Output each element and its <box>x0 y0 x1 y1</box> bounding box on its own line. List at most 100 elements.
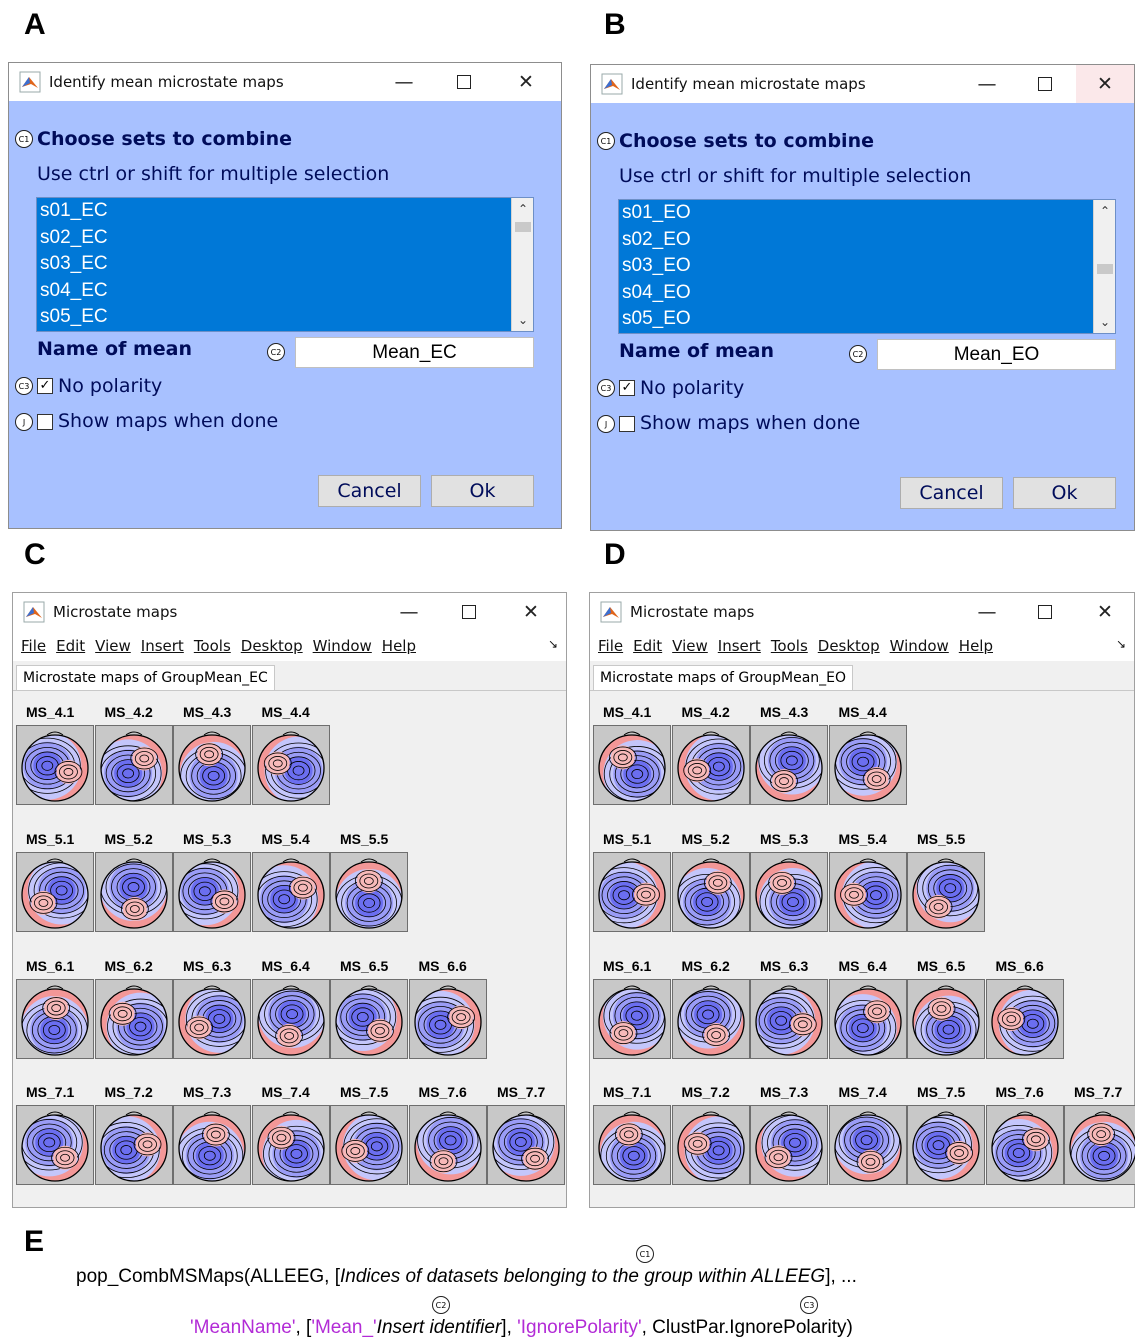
topography-map[interactable] <box>593 725 671 805</box>
topography-map[interactable] <box>985 979 1064 1059</box>
menu-desktop[interactable]: Desktop <box>818 637 880 655</box>
topography-map[interactable] <box>671 979 750 1059</box>
list-item[interactable]: s05_EC <box>37 304 533 331</box>
dataset-listbox[interactable]: s01_EO s02_EO s03_EO s04_EO s05_EO ⌃ ⌄ <box>618 199 1116 334</box>
dock-arrow-icon[interactable]: ↘ <box>548 637 558 651</box>
menu-view[interactable]: View <box>672 637 708 655</box>
topography-map[interactable] <box>750 979 828 1059</box>
mean-name-input[interactable]: Mean_EC <box>295 337 534 368</box>
no-polarity-checkbox[interactable]: ✓ <box>619 380 635 396</box>
chevron-down-icon[interactable]: ⌄ <box>1094 311 1115 333</box>
topography-map[interactable] <box>985 1105 1064 1185</box>
menu-edit[interactable]: Edit <box>56 637 85 655</box>
list-item[interactable]: s05_EO <box>619 306 1115 333</box>
topography-map[interactable] <box>593 1105 671 1185</box>
list-item[interactable]: s01_EC <box>37 198 533 225</box>
maximize-button[interactable] <box>440 593 498 631</box>
maximize-button[interactable] <box>1016 593 1074 631</box>
topography-map[interactable] <box>593 852 671 932</box>
mean-name-input[interactable]: Mean_EO <box>877 339 1116 370</box>
topography-map[interactable] <box>408 1105 487 1185</box>
menu-edit[interactable]: Edit <box>633 637 662 655</box>
list-item[interactable]: s04_EO <box>619 280 1115 307</box>
topography-map[interactable] <box>94 725 173 805</box>
topography-map[interactable] <box>173 1105 251 1185</box>
menu-desktop[interactable]: Desktop <box>241 637 303 655</box>
list-item[interactable]: s04_EC <box>37 278 533 305</box>
dataset-listbox[interactable]: s01_EC s02_EC s03_EC s04_EC s05_EC ⌃ ⌄ <box>36 197 534 332</box>
menu-window[interactable]: Window <box>313 637 372 655</box>
topography-map[interactable] <box>251 725 330 805</box>
cancel-button[interactable]: Cancel <box>900 477 1003 509</box>
minimize-button[interactable]: — <box>958 593 1016 631</box>
close-button[interactable]: ✕ <box>497 63 555 101</box>
minimize-button[interactable]: — <box>380 593 438 631</box>
topography-map[interactable] <box>828 979 907 1059</box>
dock-arrow-icon[interactable]: ↘ <box>1116 637 1126 651</box>
topography-map[interactable] <box>671 725 750 805</box>
topography-map[interactable] <box>907 1105 985 1185</box>
menu-insert[interactable]: Insert <box>141 637 184 655</box>
show-maps-checkbox[interactable] <box>619 416 635 432</box>
chevron-down-icon[interactable]: ⌄ <box>512 309 533 331</box>
minimize-button[interactable]: — <box>958 65 1016 103</box>
minimize-button[interactable]: — <box>375 63 433 101</box>
topography-map[interactable] <box>330 852 408 932</box>
menu-tools[interactable]: Tools <box>194 637 231 655</box>
maximize-button[interactable] <box>435 63 493 101</box>
topography-map[interactable] <box>1064 1105 1135 1185</box>
menu-help[interactable]: Help <box>382 637 416 655</box>
topography-map[interactable] <box>907 979 985 1059</box>
topography-map[interactable] <box>330 979 408 1059</box>
topography-map[interactable] <box>750 725 828 805</box>
tab-microstate-maps[interactable]: Microstate maps of GroupMean_EO <box>593 665 854 691</box>
ok-button[interactable]: Ok <box>431 475 534 507</box>
topography-map[interactable] <box>94 1105 173 1185</box>
chevron-up-icon[interactable]: ⌃ <box>512 198 533 220</box>
topography-map[interactable] <box>593 979 671 1059</box>
ok-button[interactable]: Ok <box>1013 477 1116 509</box>
chevron-up-icon[interactable]: ⌃ <box>1094 200 1115 222</box>
close-button[interactable]: ✕ <box>1076 65 1134 103</box>
topography-map[interactable] <box>251 1105 330 1185</box>
list-item[interactable]: s03_EC <box>37 251 533 278</box>
menu-file[interactable]: File <box>598 637 623 655</box>
topography-map[interactable] <box>16 725 94 805</box>
close-button[interactable]: ✕ <box>502 593 560 631</box>
topography-map[interactable] <box>173 979 251 1059</box>
topography-map[interactable] <box>173 725 251 805</box>
scroll-thumb[interactable] <box>1097 264 1113 274</box>
menu-insert[interactable]: Insert <box>718 637 761 655</box>
topography-map[interactable] <box>16 852 94 932</box>
show-maps-checkbox[interactable] <box>37 414 53 430</box>
no-polarity-checkbox[interactable]: ✓ <box>37 378 53 394</box>
topography-map[interactable] <box>94 979 173 1059</box>
list-item[interactable]: s02_EO <box>619 227 1115 254</box>
menu-view[interactable]: View <box>95 637 131 655</box>
scrollbar[interactable]: ⌃ ⌄ <box>1093 200 1115 333</box>
topography-map[interactable] <box>330 1105 408 1185</box>
topography-map[interactable] <box>750 1105 828 1185</box>
topography-map[interactable] <box>16 1105 94 1185</box>
topography-map[interactable] <box>671 1105 750 1185</box>
cancel-button[interactable]: Cancel <box>318 475 421 507</box>
topography-map[interactable] <box>408 979 487 1059</box>
topography-map[interactable] <box>16 979 94 1059</box>
list-item[interactable]: s03_EO <box>619 253 1115 280</box>
menu-file[interactable]: File <box>21 637 46 655</box>
topography-map[interactable] <box>251 979 330 1059</box>
topography-map[interactable] <box>94 852 173 932</box>
maximize-button[interactable] <box>1016 65 1074 103</box>
scrollbar[interactable]: ⌃ ⌄ <box>511 198 533 331</box>
list-item[interactable]: s02_EC <box>37 225 533 252</box>
topography-map[interactable] <box>907 852 985 932</box>
topography-map[interactable] <box>750 852 828 932</box>
topography-map[interactable] <box>671 852 750 932</box>
topography-map[interactable] <box>173 852 251 932</box>
menu-window[interactable]: Window <box>890 637 949 655</box>
scroll-thumb[interactable] <box>515 222 531 232</box>
topography-map[interactable] <box>828 725 907 805</box>
topography-map[interactable] <box>828 852 907 932</box>
tab-microstate-maps[interactable]: Microstate maps of GroupMean_EC <box>16 665 275 691</box>
list-item[interactable]: s01_EO <box>619 200 1115 227</box>
